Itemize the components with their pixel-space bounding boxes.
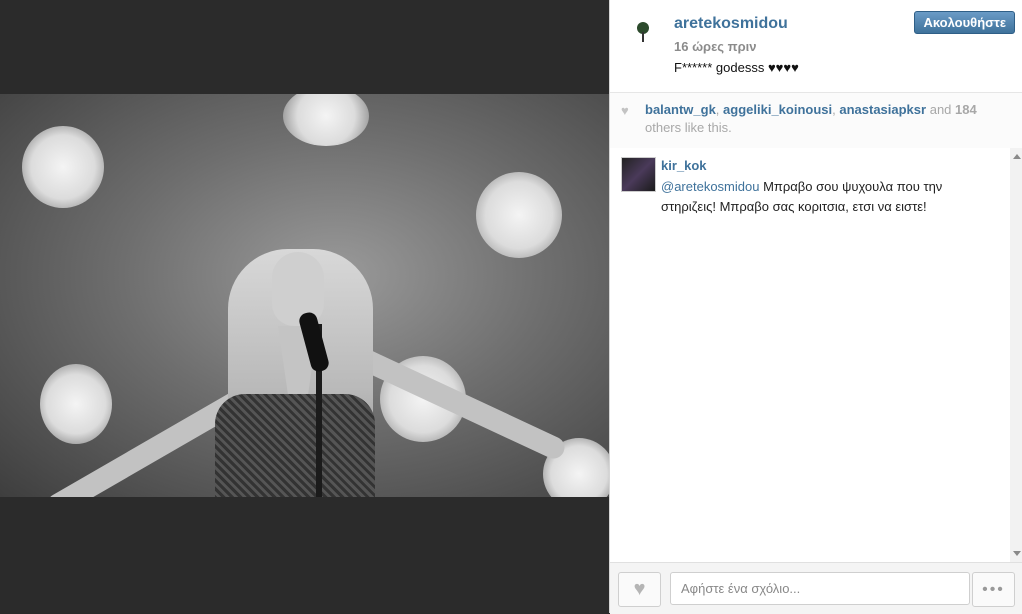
- bokeh-light: [283, 94, 369, 146]
- comment-mention[interactable]: @aretekosmidou: [661, 179, 759, 194]
- scroll-up-icon[interactable]: [1013, 154, 1021, 159]
- scroll-down-icon[interactable]: [1013, 551, 1021, 556]
- like-user-link[interactable]: balantw_gk: [645, 102, 716, 117]
- singer-face: [272, 252, 324, 326]
- post-username[interactable]: aretekosmidou: [674, 15, 788, 33]
- likes-suffix: others like this.: [645, 120, 732, 135]
- likes-and: and: [929, 102, 952, 117]
- post-time[interactable]: 16 ώρες πριν: [674, 39, 756, 54]
- avatar[interactable]: [621, 10, 665, 54]
- likes-count[interactable]: 184: [955, 102, 977, 117]
- post-header: aretekosmidou 16 ώρες πριν F****** godes…: [610, 0, 1022, 93]
- post-photo[interactable]: [0, 94, 609, 497]
- avatar[interactable]: [621, 157, 656, 192]
- photo-pane: [0, 0, 609, 613]
- follow-button[interactable]: Ακολουθήστε: [914, 11, 1015, 34]
- like-button[interactable]: ♥: [618, 572, 661, 607]
- bokeh-light: [22, 126, 104, 208]
- heart-icon: ♥: [621, 103, 629, 118]
- comment-username[interactable]: kir_kok: [661, 158, 707, 173]
- likes-section: ♥ balantw_gk, aggeliki_koinousi, anastas…: [610, 93, 1022, 149]
- like-user-link[interactable]: aggeliki_koinousi: [723, 102, 832, 117]
- tree-icon: [636, 22, 650, 42]
- post-sidebar: aretekosmidou 16 ώρες πριν F****** godes…: [609, 0, 1022, 614]
- more-options-button[interactable]: •••: [972, 572, 1015, 607]
- comment-text: @aretekosmidou Μπραβο σου ψυχουλα που τη…: [661, 177, 991, 217]
- bokeh-light: [40, 364, 112, 444]
- ellipsis-icon: •••: [982, 580, 1005, 598]
- like-user-link[interactable]: anastasiapksr: [839, 102, 926, 117]
- bokeh-light: [476, 172, 562, 258]
- scrollbar[interactable]: [1010, 148, 1022, 562]
- singer-dress: [215, 394, 375, 497]
- heart-icon: ♥: [633, 578, 646, 600]
- likes-text: balantw_gk, aggeliki_koinousi, anastasia…: [645, 102, 977, 135]
- post-caption: F****** godesss ♥♥♥♥: [674, 60, 799, 75]
- comments-list: kir_kok @aretekosmidou Μπραβο σου ψυχουλ…: [610, 148, 1022, 562]
- comment-input[interactable]: [670, 572, 970, 605]
- comment-footer: ♥ •••: [610, 562, 1022, 614]
